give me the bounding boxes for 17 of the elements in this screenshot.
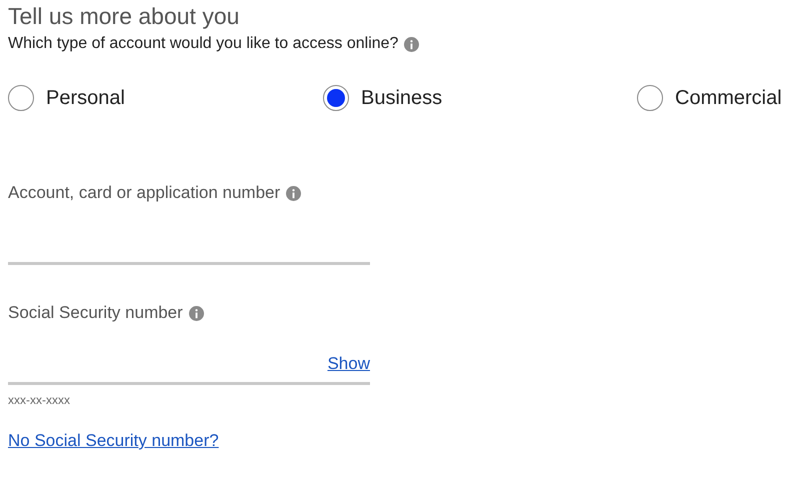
field-label: Social Security number [8, 303, 183, 323]
radio-label[interactable]: Personal [46, 86, 125, 110]
input-field[interactable]: Show [8, 323, 370, 385]
radio-button[interactable] [323, 85, 349, 111]
show-link[interactable]: Show [327, 354, 370, 374]
radio-label[interactable]: Commercial [675, 86, 782, 110]
info-icon[interactable] [286, 186, 302, 200]
radio-label[interactable]: Business [361, 86, 442, 110]
format-hint: xxx-xx-xxxx [8, 393, 71, 407]
radio-button[interactable] [8, 85, 34, 111]
info-icon[interactable] [404, 36, 420, 52]
page-heading: Tell us more about you [8, 2, 240, 30]
field-label: Account, card or application number [8, 183, 280, 203]
radio-button[interactable] [637, 85, 663, 111]
question-text: Which type of account would you like to access online? [8, 34, 398, 54]
info-icon[interactable] [188, 306, 204, 320]
no-ssn-link[interactable]: No Social Security number? [8, 431, 219, 451]
